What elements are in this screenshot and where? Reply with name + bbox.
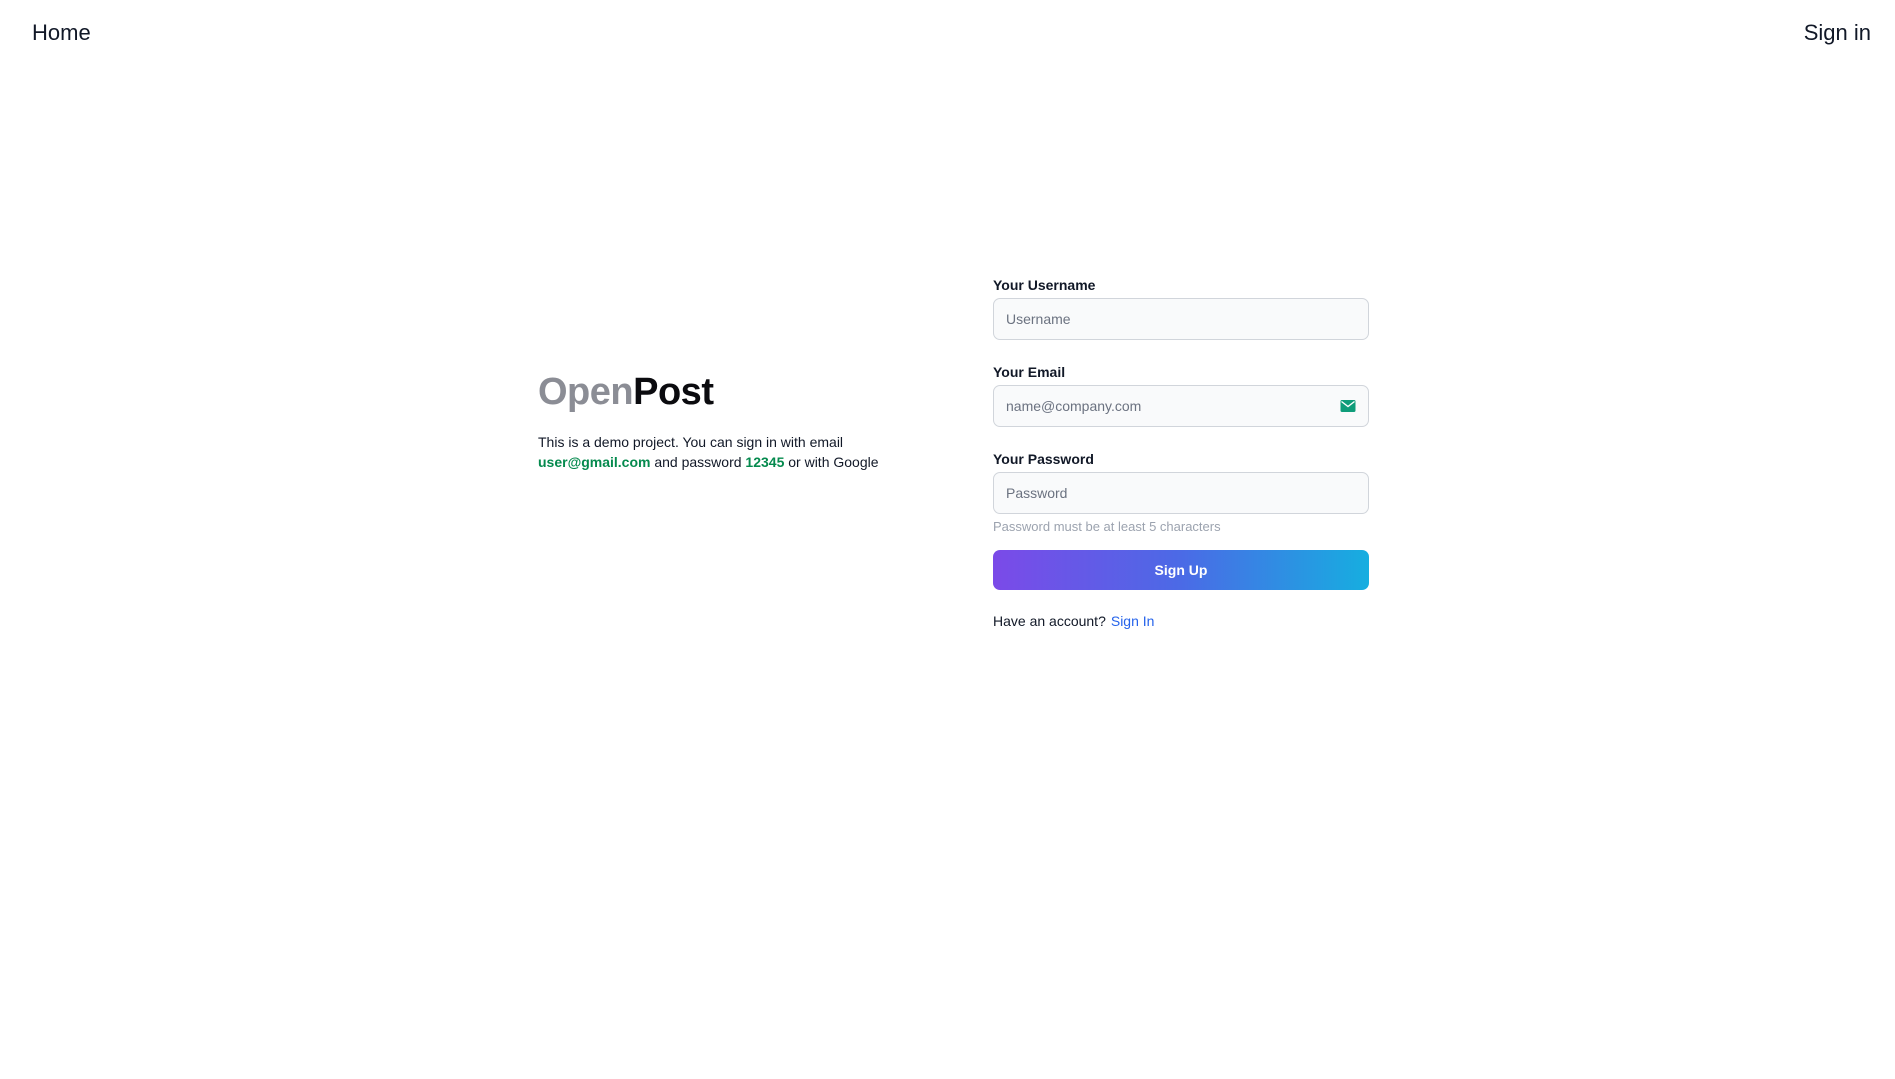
- intro-panel: OpenPost This is a demo project. You can…: [538, 370, 918, 472]
- have-account-row: Have an account? Sign In: [993, 611, 1369, 631]
- demo-password: 12345: [745, 454, 785, 470]
- password-group: Your Password Password must be at least …: [993, 449, 1369, 536]
- signup-form: Your Username Your Email Your Password P…: [993, 275, 1369, 631]
- password-field-wrap: [993, 472, 1369, 514]
- email-label: Your Email: [993, 364, 1066, 380]
- brand-post-text: Post: [633, 371, 714, 413]
- app-logo-title: OpenPost: [538, 370, 918, 414]
- brand-open-text: Open: [538, 371, 634, 413]
- envelope-icon: [1340, 400, 1356, 412]
- username-label: Your Username: [993, 277, 1096, 293]
- password-hint: Password must be at least 5 characters: [993, 519, 1221, 534]
- demo-description-end: or with Google: [784, 454, 879, 470]
- nav-signin-link[interactable]: Sign in: [1804, 20, 1871, 46]
- email-field-wrap: [993, 385, 1369, 427]
- username-group: Your Username: [993, 275, 1369, 340]
- demo-email: user@gmail.com: [538, 454, 651, 470]
- demo-description-text: This is a demo project. You can sign in …: [538, 434, 844, 450]
- demo-description-mid: and password: [650, 454, 746, 470]
- password-input[interactable]: [993, 472, 1369, 514]
- username-field-wrap: [993, 298, 1369, 340]
- demo-description: This is a demo project. You can sign in …: [538, 432, 918, 472]
- nav-home-link[interactable]: Home: [32, 20, 91, 46]
- email-group: Your Email: [993, 362, 1369, 427]
- username-input[interactable]: [993, 298, 1369, 340]
- email-input[interactable]: [993, 385, 1369, 427]
- top-navbar: Home Sign in: [0, 0, 1895, 66]
- signup-button[interactable]: Sign Up: [993, 550, 1369, 590]
- password-label: Your Password: [993, 451, 1094, 467]
- have-account-text: Have an account?: [993, 613, 1106, 629]
- signin-link[interactable]: Sign In: [1111, 613, 1155, 629]
